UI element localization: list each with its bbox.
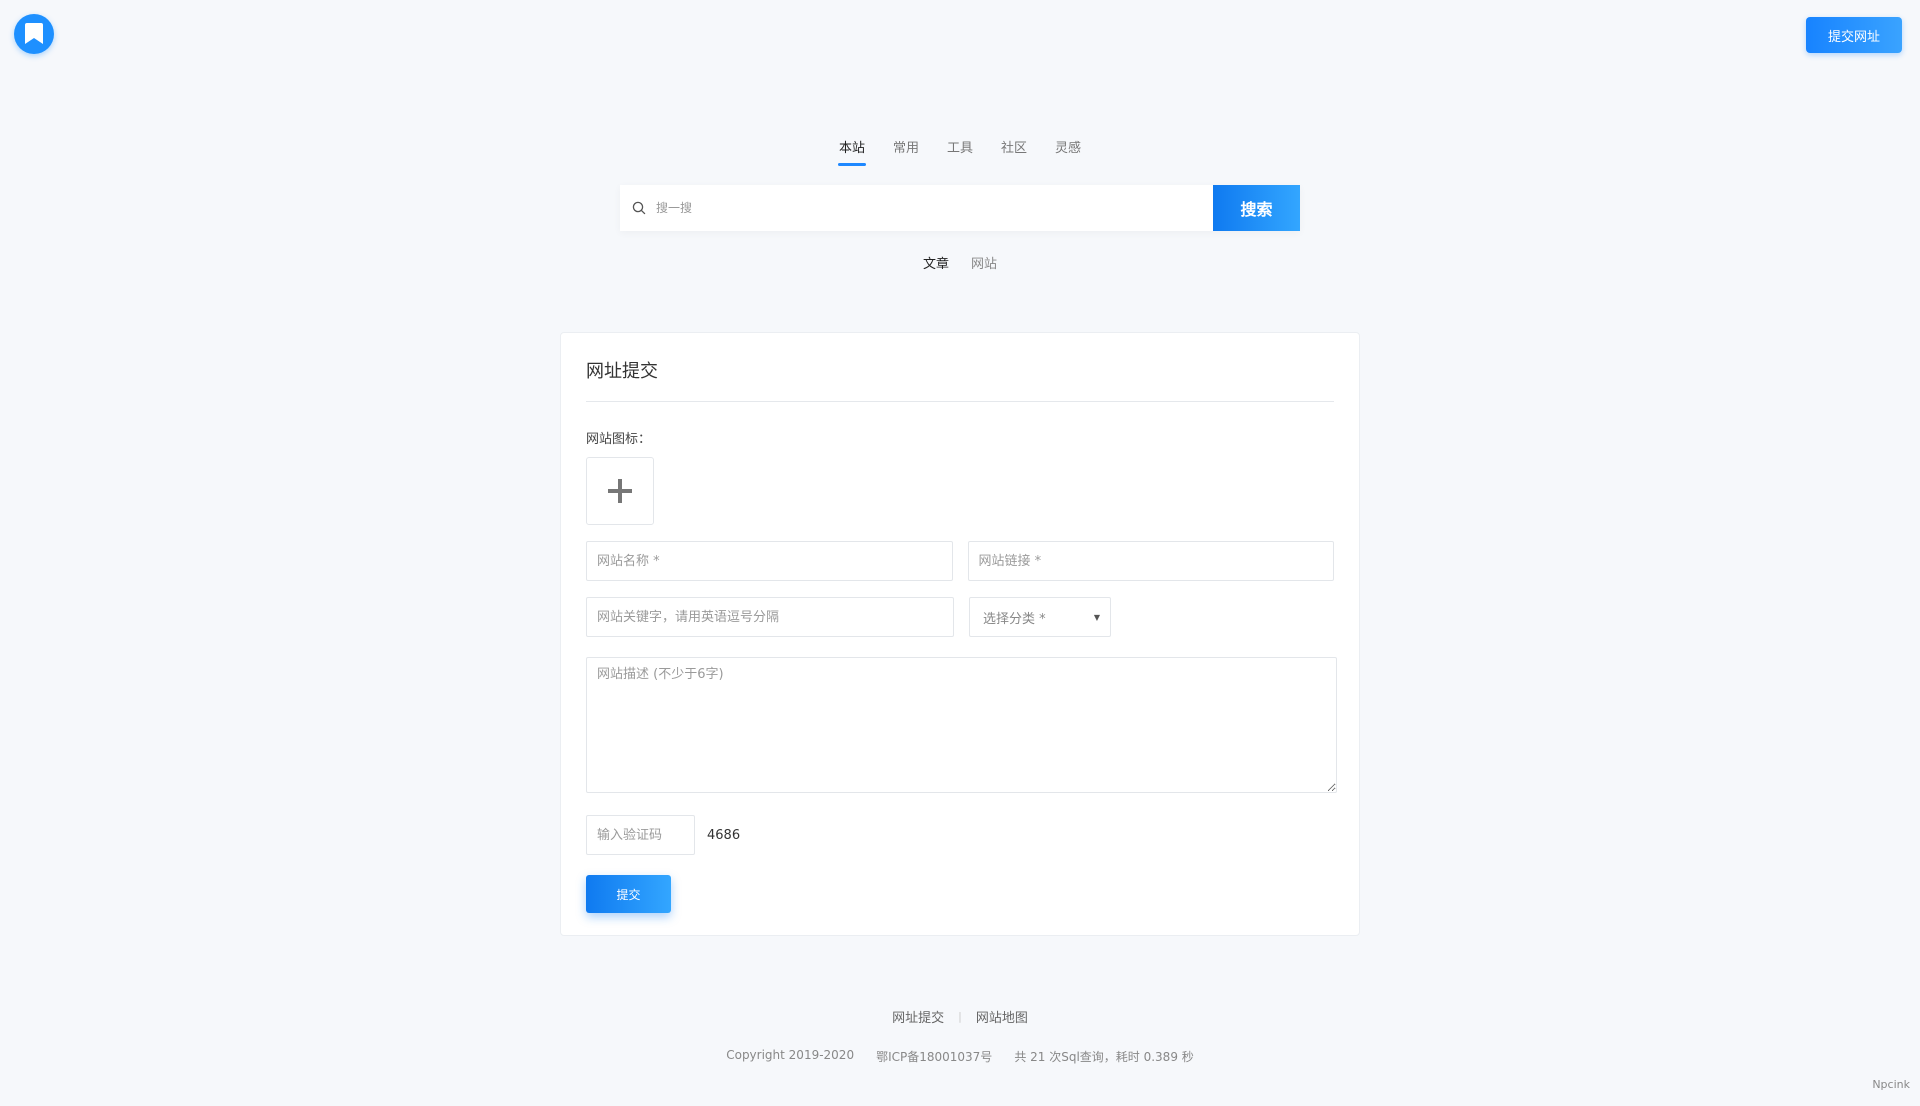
captcha-code[interactable]: 4686 — [707, 828, 740, 843]
search-icon — [632, 201, 646, 215]
search-field — [620, 185, 1213, 231]
site-keywords-input[interactable] — [586, 597, 954, 637]
sub-tab-articles[interactable]: 文章 — [923, 253, 949, 272]
copyright-text: Copyright 2019-2020 — [726, 1048, 855, 1062]
site-description-textarea[interactable] — [586, 657, 1337, 793]
bookmark-icon — [25, 23, 43, 44]
icp-link[interactable]: 鄂ICP备18001037号 — [876, 1048, 992, 1065]
category-select[interactable]: 选择分类 * ▼ — [969, 597, 1111, 637]
chevron-down-icon: ▼ — [1093, 612, 1100, 622]
tab-community[interactable]: 社区 — [1001, 137, 1027, 166]
tab-inspiration[interactable]: 灵感 — [1055, 137, 1081, 166]
form-title: 网址提交 — [586, 357, 1334, 402]
search-group-tabs: 本站 常用 工具 社区 灵感 — [0, 137, 1920, 166]
tab-tools[interactable]: 工具 — [947, 137, 973, 166]
footer-link-sitemap[interactable]: 网站地图 — [976, 1007, 1028, 1026]
sub-tab-websites[interactable]: 网站 — [971, 253, 997, 272]
form-submit-button[interactable]: 提交 — [586, 875, 671, 913]
search-sub-tabs: 文章 网站 — [0, 253, 1920, 272]
submit-form-card: 网址提交 网站图标： 选择分类 * ▼ 4686 提交 — [560, 332, 1360, 936]
icon-upload-button[interactable] — [586, 457, 654, 525]
footer-link-submit[interactable]: 网址提交 — [892, 1007, 944, 1026]
form-row-keywords-category: 选择分类 * ▼ — [586, 597, 1334, 637]
footer-divider: | — [958, 1010, 962, 1023]
category-select-value: 选择分类 * — [983, 611, 1046, 627]
tab-this-site[interactable]: 本站 — [839, 137, 865, 166]
site-icon-label: 网站图标： — [586, 432, 652, 447]
form-row-name-url — [586, 541, 1334, 581]
search-button[interactable]: 搜索 — [1213, 185, 1300, 231]
site-name-input[interactable] — [586, 541, 953, 581]
search-bar: 搜索 — [620, 185, 1300, 231]
tab-common[interactable]: 常用 — [893, 137, 919, 166]
plus-icon — [608, 479, 632, 503]
site-url-input[interactable] — [967, 541, 1334, 581]
captcha-row: 4686 — [586, 815, 1334, 855]
submit-url-button[interactable]: 提交网址 — [1806, 17, 1902, 53]
search-input[interactable] — [646, 185, 1213, 231]
footer-info: Copyright 2019-2020 鄂ICP备18001037号 共 21 … — [0, 1048, 1920, 1065]
query-stats: 共 21 次Sql查询，耗时 0.389 秒 — [1014, 1050, 1194, 1064]
site-logo[interactable] — [14, 14, 54, 54]
captcha-input[interactable] — [586, 815, 695, 855]
theme-credit[interactable]: Npcink — [1872, 1078, 1910, 1091]
footer-links: 网址提交 | 网站地图 — [0, 1007, 1920, 1026]
